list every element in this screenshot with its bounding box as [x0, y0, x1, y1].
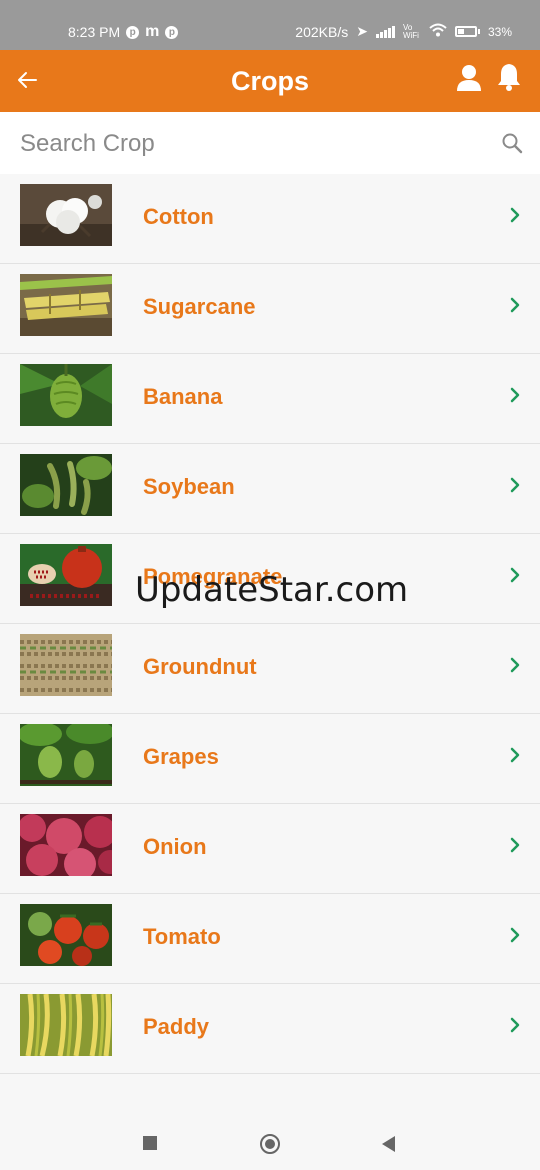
location-icon: ➤ [356, 23, 368, 39]
groundnut-image [20, 634, 112, 696]
status-left: 8:23 PM p m p [68, 23, 179, 41]
chevron-right-icon [510, 567, 520, 583]
notification-icon: p [126, 25, 140, 39]
user-icon [457, 65, 481, 91]
battery-percent: 33% [487, 24, 512, 39]
system-nav-bar [0, 1118, 540, 1170]
system-back-button[interactable] [382, 1136, 395, 1152]
crop-item-onion[interactable]: Onion [0, 804, 540, 894]
crop-item-tomato[interactable]: Tomato [0, 894, 540, 984]
home-button[interactable] [260, 1134, 280, 1154]
soybean-image [20, 454, 112, 516]
status-time: 8:23 PM [68, 24, 121, 40]
chevron-right-icon [510, 207, 520, 223]
recent-apps-button[interactable] [143, 1136, 157, 1150]
crop-name: Cotton [143, 204, 214, 229]
chevron-right-icon [510, 837, 520, 853]
crop-name: Banana [143, 384, 223, 409]
crop-item-grapes[interactable]: Grapes [0, 714, 540, 804]
chevron-right-icon [510, 477, 520, 493]
search-bar [0, 112, 540, 174]
watermark: UpdateStar.com [135, 570, 409, 610]
app-bar: Crops [0, 50, 540, 112]
crop-item-cotton[interactable]: Cotton [0, 174, 540, 264]
tomato-image [20, 904, 112, 966]
crop-item-banana[interactable]: Banana [0, 354, 540, 444]
cotton-image [20, 184, 112, 246]
search-input[interactable] [20, 124, 480, 164]
vowifi-label: Vo WiFi [402, 22, 419, 40]
chevron-right-icon [510, 927, 520, 943]
onion-image [20, 814, 112, 876]
chevron-right-icon [510, 387, 520, 403]
crop-name: Tomato [143, 924, 221, 949]
status-right: 202KB/s ➤ Vo WiFi 33% [295, 23, 512, 40]
search-icon [502, 133, 523, 154]
banana-image [20, 364, 112, 426]
sugarcane-image [20, 274, 112, 336]
crop-item-sugarcane[interactable]: Sugarcane [0, 264, 540, 354]
search-button[interactable] [500, 131, 524, 155]
arrow-left-icon [18, 72, 37, 88]
notifications-button[interactable] [496, 62, 522, 92]
pomegranate-image [20, 544, 112, 606]
status-bar: 8:23 PM p m p 202KB/s ➤ Vo WiFi 33% [0, 0, 540, 50]
crop-name: Sugarcane [143, 294, 256, 319]
m-app-icon: m [145, 23, 160, 40]
crop-name: Soybean [143, 474, 235, 499]
profile-button[interactable] [456, 64, 482, 92]
bell-icon [498, 64, 520, 91]
crop-name: Groundnut [143, 654, 257, 679]
crop-item-soybean[interactable]: Soybean [0, 444, 540, 534]
back-button[interactable] [14, 66, 42, 94]
crop-item-groundnut[interactable]: Groundnut [0, 624, 540, 714]
signal-icon [375, 25, 395, 38]
crop-name: Paddy [143, 1014, 210, 1039]
wifi-icon [429, 23, 447, 40]
grapes-image [20, 724, 112, 786]
crop-name: Grapes [143, 744, 219, 769]
crop-name: Onion [143, 834, 207, 859]
network-speed: 202KB/s [295, 23, 349, 40]
chevron-right-icon [510, 657, 520, 673]
chevron-right-icon [510, 747, 520, 763]
notification-icon-2: p [165, 25, 179, 39]
crop-list: Cotton Sugarcane Banana Soybean Pomegran… [0, 174, 540, 1074]
chevron-right-icon [510, 1017, 520, 1033]
crop-item-paddy[interactable]: Paddy [0, 984, 540, 1074]
chevron-right-icon [510, 297, 520, 313]
battery-icon [454, 26, 480, 37]
paddy-image [20, 994, 112, 1056]
